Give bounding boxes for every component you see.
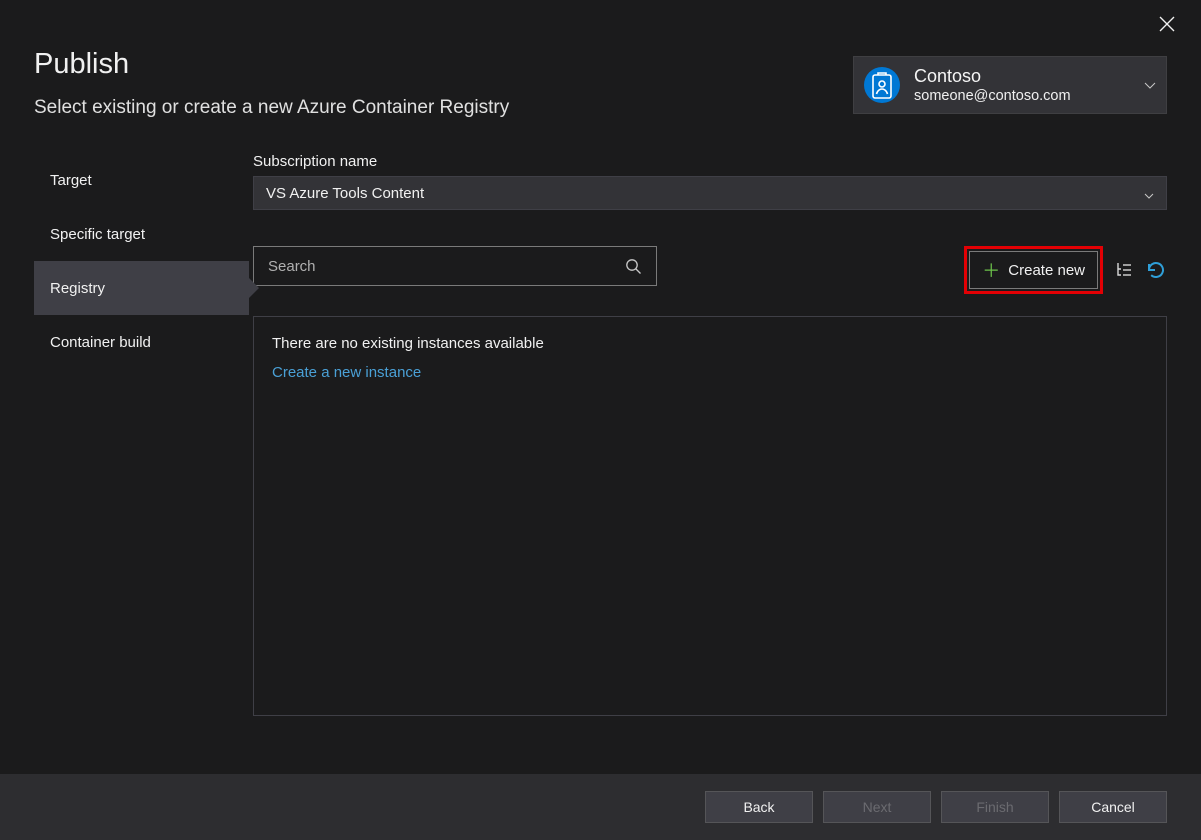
cancel-button[interactable]: Cancel xyxy=(1059,791,1167,823)
subscription-value: VS Azure Tools Content xyxy=(266,185,424,202)
subscription-dropdown[interactable]: VS Azure Tools Content xyxy=(253,176,1167,210)
finish-label: Finish xyxy=(976,799,1013,815)
account-text: Contoso someone@contoso.com xyxy=(914,65,1071,106)
step-label: Target xyxy=(50,172,92,189)
back-button[interactable]: Back xyxy=(705,791,813,823)
create-new-button[interactable]: ＋ Create new xyxy=(969,251,1098,289)
search-input[interactable] xyxy=(268,258,625,275)
registry-list: There are no existing instances availabl… xyxy=(253,316,1167,716)
step-container-build[interactable]: Container build xyxy=(34,315,249,369)
next-label: Next xyxy=(863,799,892,815)
step-label: Specific target xyxy=(50,226,145,243)
refresh-icon xyxy=(1145,259,1167,281)
create-new-label: Create new xyxy=(1008,262,1085,279)
step-label: Registry xyxy=(50,280,105,297)
create-new-highlight: ＋ Create new xyxy=(964,246,1103,294)
account-badge-icon xyxy=(864,67,900,103)
registry-toolbar: ＋ Create new xyxy=(253,246,1167,294)
search-box[interactable] xyxy=(253,246,657,286)
dialog-header: Publish Select existing or create a new … xyxy=(0,0,1201,143)
step-registry[interactable]: Registry xyxy=(34,261,249,315)
tree-list-icon xyxy=(1115,261,1133,279)
create-instance-link[interactable]: Create a new instance xyxy=(272,364,1148,381)
step-target[interactable]: Target xyxy=(34,153,249,207)
account-email: someone@contoso.com xyxy=(914,87,1071,105)
cancel-label: Cancel xyxy=(1091,799,1135,815)
wizard-steps: Target Specific target Registry Containe… xyxy=(34,153,249,716)
chevron-down-icon xyxy=(1144,188,1154,198)
finish-button: Finish xyxy=(941,791,1049,823)
account-picker[interactable]: Contoso someone@contoso.com xyxy=(853,56,1167,114)
plus-icon: ＋ xyxy=(982,257,1000,283)
chevron-down-icon xyxy=(1144,79,1156,91)
next-button: Next xyxy=(823,791,931,823)
step-specific-target[interactable]: Specific target xyxy=(34,207,249,261)
dialog-footer: Back Next Finish Cancel xyxy=(0,774,1201,840)
subscription-label: Subscription name xyxy=(253,153,1167,170)
back-label: Back xyxy=(743,799,774,815)
main-panel: Subscription name VS Azure Tools Content xyxy=(249,153,1167,716)
step-label: Container build xyxy=(50,334,151,351)
view-tree-button[interactable] xyxy=(1113,246,1135,294)
refresh-button[interactable] xyxy=(1145,246,1167,294)
account-name: Contoso xyxy=(914,65,1071,88)
search-icon xyxy=(625,258,642,275)
empty-message: There are no existing instances availabl… xyxy=(272,335,1148,352)
